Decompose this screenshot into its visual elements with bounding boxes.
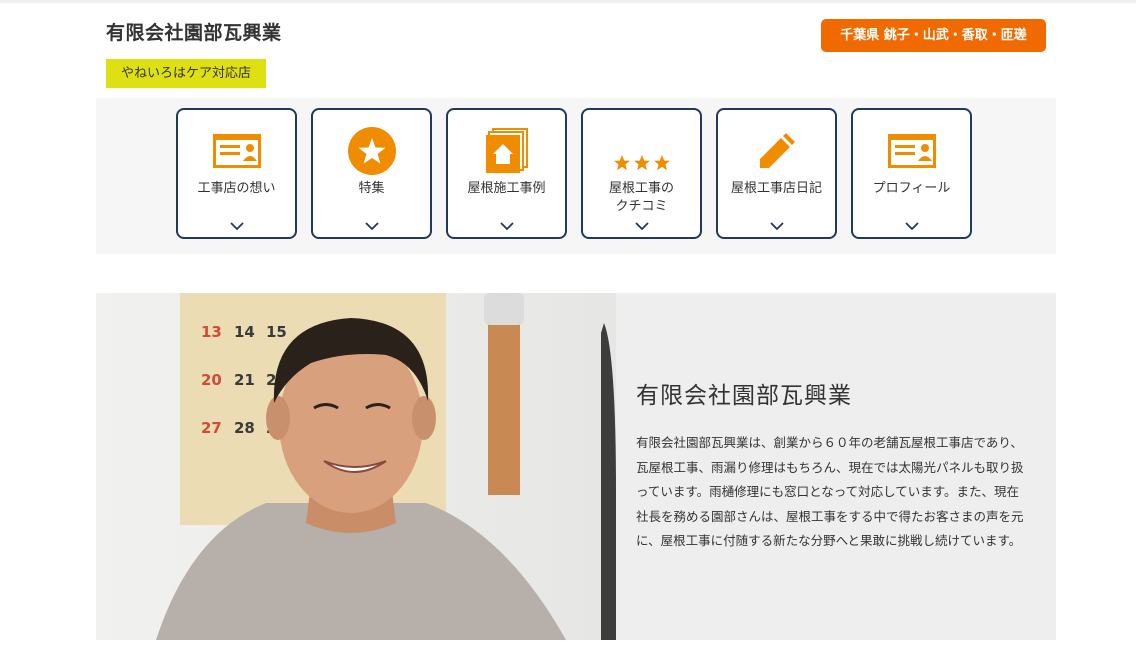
profile-card-icon [853, 126, 970, 176]
nav-label: 特集 [358, 181, 385, 196]
nav-card-reviews[interactable]: 屋根工事の クチコミ [581, 108, 702, 239]
nav-label: 工事店の想い [197, 181, 276, 196]
chevron-down-icon [904, 222, 919, 231]
calendar-number: 20 [201, 371, 222, 389]
nav-card-construction-cases[interactable]: 屋根施工事例 [446, 108, 567, 239]
nav-card-profile[interactable]: プロフィール [851, 108, 972, 239]
company-intro-panel: 有限会社園部瓦興業 有限会社園部瓦興業は、創業から６０年の老舗瓦屋根工事店であり… [616, 293, 1056, 640]
profile-card-icon [178, 126, 295, 176]
chevron-down-icon [634, 222, 649, 231]
nav-label: 屋根工事店日記 [730, 181, 822, 196]
wall-ruler [488, 313, 520, 495]
top-divider [0, 0, 1136, 3]
owner-photo: 13 14 15 20 21 22 27 28 29 [96, 293, 616, 640]
pencil-icon [718, 126, 835, 176]
nav-card-owner-thoughts[interactable]: 工事店の想い [176, 108, 297, 239]
chevron-down-icon [364, 222, 379, 231]
calendar-number: 14 [234, 323, 255, 341]
chevron-down-icon [499, 222, 514, 231]
service-area-badge[interactable]: 千葉県 銚子・山武・香取・匝瑳 [821, 19, 1046, 52]
calendar-number: 15 [266, 323, 287, 341]
intro-description: 有限会社園部瓦興業は、創業から６０年の老舗瓦屋根工事店であり、瓦屋根工事、雨漏り… [636, 435, 1024, 548]
calendar-number: 27 [201, 419, 222, 437]
calendar-number: 21 [234, 371, 255, 389]
chevron-down-icon [769, 222, 784, 231]
nav-card-diary[interactable]: 屋根工事店日記 [716, 108, 837, 239]
company-name[interactable]: 有限会社園部瓦興業 [106, 18, 282, 45]
nav-label: 屋根工事の クチコミ [608, 181, 674, 214]
chevron-down-icon [229, 222, 244, 231]
house-photos-icon [448, 126, 565, 176]
star-circle-icon [313, 126, 430, 176]
nav-label: プロフィール [872, 181, 951, 196]
intro-title: 有限会社園部瓦興業 [636, 383, 852, 409]
care-badge: やねいろはケア対応店 [106, 59, 266, 88]
calendar-number: 13 [201, 323, 222, 341]
nav-card-feature[interactable]: 特集 [311, 108, 432, 239]
nav-label: 屋根施工事例 [467, 181, 546, 196]
calendar-number: 28 [234, 419, 255, 437]
